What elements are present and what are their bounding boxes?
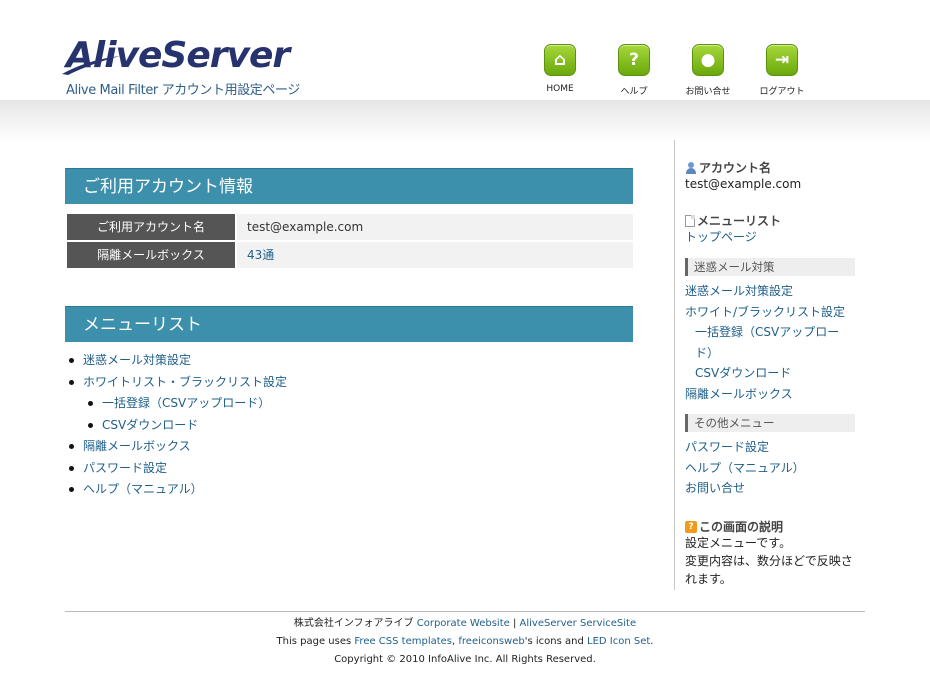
sidebar-account-value: test@example.com — [685, 177, 802, 191]
logo[interactable]: AliveServer — [62, 36, 290, 76]
nav-logout-label: ログアウト — [759, 87, 805, 97]
footer-divider — [65, 611, 865, 612]
footer-comma: , — [452, 636, 456, 647]
sidebar-link-quarantine[interactable]: 隔離メールボックス — [685, 384, 855, 405]
account-name-label: ご利用アカウント名 — [67, 214, 235, 240]
sidebar-link-top[interactable]: トップページ — [685, 229, 855, 246]
footer-uses-prefix: This page uses — [276, 636, 352, 647]
nav-home[interactable]: ⌂ HOME — [530, 44, 590, 94]
account-info-table: ご利用アカウント名 test@example.com 隔離メールボックス 43通 — [65, 214, 633, 268]
contact-icon: ● — [692, 44, 724, 76]
logout-icon: ⇥ — [766, 44, 798, 76]
footer-icons-link[interactable]: freeiconsweb — [458, 636, 524, 647]
footer: 株式会社インフォアライブ Corporate Website | AliveSe… — [0, 615, 930, 669]
footer-period: . — [650, 636, 654, 647]
site-subtitle: Alive Mail Filter アカウント用設定ページ — [66, 83, 300, 98]
quarantine-count-link[interactable]: 43通 — [247, 248, 274, 262]
list-item: 隔離メールボックス — [67, 436, 633, 458]
menu-section: メニューリスト 迷惑メール対策設定 ホワイトリスト・ブラックリスト設定 一括登録… — [65, 306, 633, 501]
list-item: ホワイトリスト・ブラックリスト設定 — [67, 372, 633, 394]
table-row: ご利用アカウント名 test@example.com — [65, 214, 633, 240]
sidebar-explain-text-2: 変更内容は、数分ほどで反映されます。 — [685, 553, 853, 586]
footer-service-link[interactable]: AliveServer ServiceSite — [520, 618, 637, 629]
sidebar-link-spam-settings[interactable]: 迷惑メール対策設定 — [685, 281, 855, 302]
sidebar-link-help-manual[interactable]: ヘルプ（マニュアル） — [685, 458, 855, 479]
table-row: 隔離メールボックス 43通 — [65, 242, 633, 268]
quarantine-value: 43通 — [237, 242, 633, 268]
sidebar-link-password[interactable]: パスワード設定 — [685, 437, 855, 458]
sidebar-explain-text-1: 設定メニューです。 — [685, 535, 792, 550]
nav-contact[interactable]: ● お問い合せ — [678, 44, 738, 97]
document-icon — [685, 215, 695, 227]
footer-separator: | — [512, 618, 517, 629]
menu-link-password[interactable]: パスワード設定 — [83, 461, 167, 475]
list-item: ヘルプ（マニュアル） — [67, 479, 633, 501]
menu-link-white-black-list[interactable]: ホワイトリスト・ブラックリスト設定 — [83, 375, 287, 389]
menu-section-title: メニューリスト — [65, 306, 633, 342]
sidebar-link-white-black-list[interactable]: ホワイト/ブラックリスト設定 — [685, 302, 855, 323]
account-name-value: test@example.com — [237, 214, 633, 240]
list-item: 迷惑メール対策設定 — [67, 350, 633, 372]
sidebar-account-heading-text: アカウント名 — [699, 161, 772, 175]
list-item: CSVダウンロード — [67, 415, 633, 437]
footer-company: 株式会社インフォアライブ — [293, 618, 414, 629]
sidebar-menu-heading: メニューリスト — [685, 213, 855, 229]
nav-help[interactable]: ? ヘルプ — [604, 44, 664, 97]
sidebar-divider — [674, 140, 675, 590]
sidebar-account-heading: アカウント名 — [685, 160, 855, 176]
menu-link-quarantine[interactable]: 隔離メールボックス — [83, 439, 191, 453]
header-band — [0, 100, 930, 142]
footer-led-link[interactable]: LED Icon Set — [587, 636, 650, 647]
sidebar-link-csv-download[interactable]: CSVダウンロード — [685, 363, 855, 384]
menu-link-help-manual[interactable]: ヘルプ（マニュアル） — [83, 482, 203, 496]
footer-line-2: This page uses Free CSS templates, freei… — [0, 633, 930, 651]
nav-help-label: ヘルプ — [620, 87, 648, 97]
quarantine-label: 隔離メールボックス — [67, 242, 235, 268]
sidebar-link-csv-upload[interactable]: 一括登録（CSVアップロード） — [685, 322, 855, 363]
help-icon: ? — [685, 520, 697, 533]
logo-swoosh — [62, 56, 120, 75]
sidebar-link-contact[interactable]: お問い合せ — [685, 478, 855, 499]
sidebar-menu-heading-text: メニューリスト — [697, 214, 782, 228]
account-section-title: ご利用アカウント情報 — [65, 168, 633, 204]
footer-corporate-link[interactable]: Corporate Website — [417, 618, 510, 629]
nav-contact-label: お問い合せ — [685, 87, 731, 97]
user-icon — [685, 162, 697, 174]
menu-link-csv-download[interactable]: CSVダウンロード — [102, 418, 198, 432]
menu-link-csv-upload[interactable]: 一括登録（CSVアップロード） — [102, 396, 270, 410]
nav-logout[interactable]: ⇥ ログアウト — [752, 44, 812, 97]
sidebar: アカウント名 test@example.com メニューリスト トップページ 迷… — [685, 160, 855, 588]
footer-line-1: 株式会社インフォアライブ Corporate Website | AliveSe… — [0, 615, 930, 633]
sidebar-group-spam: 迷惑メール対策 — [685, 258, 855, 276]
sidebar-explain-heading: ? この画面の説明 — [685, 519, 855, 535]
footer-css-link[interactable]: Free CSS templates — [354, 636, 452, 647]
home-icon: ⌂ — [544, 44, 576, 76]
menu-link-spam-settings[interactable]: 迷惑メール対策設定 — [83, 353, 191, 367]
footer-copyright: Copyright © 2010 InfoAlive Inc. All Righ… — [334, 654, 596, 665]
main-content: ご利用アカウント情報 ご利用アカウント名 test@example.com 隔離… — [65, 168, 633, 501]
menu-list: 迷惑メール対策設定 ホワイトリスト・ブラックリスト設定 一括登録（CSVアップロ… — [65, 350, 633, 501]
footer-icons-suffix: 's icons and — [524, 636, 584, 647]
help-icon: ? — [618, 44, 650, 76]
list-item: 一括登録（CSVアップロード） — [67, 393, 633, 415]
list-item: パスワード設定 — [67, 458, 633, 480]
sidebar-explain-heading-text: この画面の説明 — [699, 519, 784, 534]
nav-home-label: HOME — [546, 84, 574, 94]
sidebar-group-other: その他メニュー — [685, 414, 855, 432]
